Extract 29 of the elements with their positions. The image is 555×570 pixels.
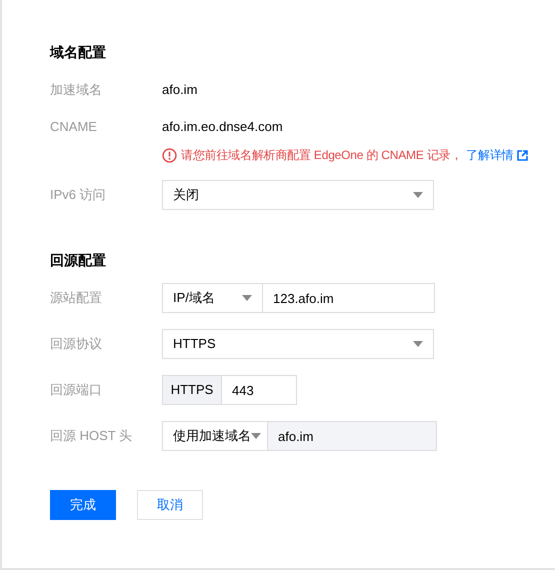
caret-icon bbox=[251, 433, 261, 439]
caret-icon bbox=[413, 341, 423, 347]
section-title: 回源配置 bbox=[50, 250, 106, 270]
select-field[interactable]: HTTPS bbox=[162, 329, 434, 359]
input-field[interactable]: 123.afo.im bbox=[263, 283, 435, 313]
field-value: afo.im.eo.dnse4.com bbox=[162, 118, 283, 136]
learn-more-link[interactable]: 了解详情 bbox=[466, 146, 514, 164]
warning-icon bbox=[162, 148, 177, 162]
field-value: afo.im bbox=[162, 81, 198, 100]
field-label: 源站配置 bbox=[50, 289, 103, 308]
warning-text: 请您前往域名解析商配置 EdgeOne 的 CNAME 记录， bbox=[181, 147, 462, 164]
field-label: 回源协议 bbox=[50, 335, 103, 354]
external-link-icon bbox=[517, 150, 528, 160]
type-select[interactable]: IP/域名 bbox=[162, 283, 263, 313]
input-field[interactable]: 443 bbox=[222, 375, 297, 405]
type-select[interactable]: 使用加速域名 bbox=[162, 421, 268, 451]
field-label: 加速域名 bbox=[50, 81, 103, 100]
field-label: 回源 HOST 头 bbox=[50, 427, 134, 446]
field-label: 回源端口 bbox=[50, 381, 103, 400]
select-field[interactable]: 关闭 bbox=[162, 180, 434, 210]
done-button[interactable]: 完成 bbox=[50, 490, 116, 520]
field-label: IPv6 访问 bbox=[50, 186, 107, 204]
input-addon: HTTPS bbox=[162, 375, 222, 405]
caret-icon bbox=[413, 192, 423, 198]
caret-icon bbox=[242, 295, 252, 301]
cancel-button[interactable]: 取消 bbox=[137, 490, 203, 520]
field-label: CNAME bbox=[50, 118, 98, 136]
section-title: 域名配置 bbox=[50, 42, 106, 62]
input-field[interactable]: afo.im bbox=[268, 421, 437, 451]
